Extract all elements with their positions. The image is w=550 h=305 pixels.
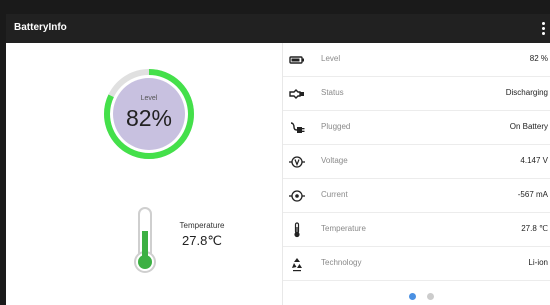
voltage-icon bbox=[289, 154, 305, 170]
power-plug-icon bbox=[289, 120, 305, 136]
plug-status-icon bbox=[289, 86, 305, 102]
recycle-icon bbox=[289, 256, 305, 272]
row-status: Status Discharging bbox=[283, 77, 550, 111]
more-vert-icon[interactable] bbox=[538, 19, 548, 37]
temperature-label: Temperature bbox=[179, 221, 225, 230]
row-label: Status bbox=[321, 88, 344, 97]
row-label: Level bbox=[321, 54, 341, 63]
row-current: Current -567 mA bbox=[283, 179, 550, 213]
gauge-value: 82% bbox=[125, 105, 173, 131]
row-value: On Battery bbox=[509, 122, 548, 131]
battery-level-gauge: Level 82% bbox=[102, 67, 196, 161]
battery-details-list: Level 82 % Status Discharging Plugged On… bbox=[283, 43, 550, 283]
row-level: Level 82 % bbox=[283, 43, 550, 77]
row-technology: Technology Li-ion bbox=[283, 247, 550, 281]
battery-icon bbox=[289, 52, 305, 68]
app-title: BatteryInfo bbox=[14, 22, 67, 33]
row-label: Temperature bbox=[321, 224, 366, 233]
row-value: 4.147 V bbox=[520, 156, 548, 165]
row-value: Discharging bbox=[505, 88, 548, 97]
row-voltage: Voltage 4.147 V bbox=[283, 145, 550, 179]
row-value: 27.8 ℃ bbox=[521, 224, 548, 233]
gauge-label: Level bbox=[140, 95, 158, 102]
app-window: BatteryInfo Level 82% Temperature 27.8℃ bbox=[6, 14, 550, 305]
thermometer-graphic bbox=[132, 206, 158, 274]
row-temperature: Temperature 27.8 ℃ bbox=[283, 213, 550, 247]
page-dot-active[interactable] bbox=[409, 293, 416, 300]
summary-panel: Level 82% Temperature 27.8℃ bbox=[6, 43, 282, 305]
row-plugged: Plugged On Battery bbox=[283, 111, 550, 145]
app-bar: BatteryInfo bbox=[6, 14, 550, 43]
row-label: Voltage bbox=[321, 156, 348, 165]
row-label: Current bbox=[321, 190, 348, 199]
current-icon bbox=[289, 188, 305, 204]
row-label: Plugged bbox=[321, 122, 351, 131]
thermometer-icon bbox=[289, 222, 305, 238]
row-value: 82 % bbox=[529, 54, 548, 63]
row-value: -567 mA bbox=[517, 190, 548, 199]
page-dot-inactive[interactable] bbox=[427, 293, 434, 300]
temperature-value: 27.8℃ bbox=[182, 233, 222, 248]
row-label: Technology bbox=[321, 258, 362, 267]
row-value: Li-ion bbox=[528, 258, 548, 267]
